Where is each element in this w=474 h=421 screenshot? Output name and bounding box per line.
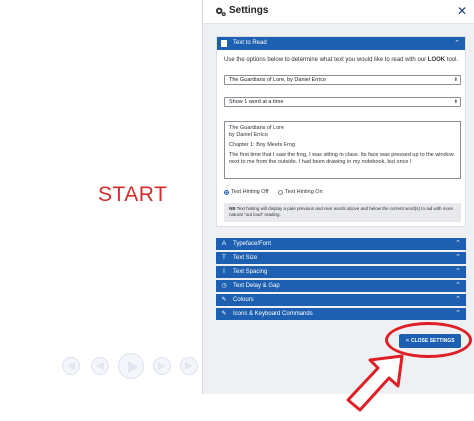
hinting-off-label: Text Hinting Off <box>231 189 269 195</box>
text-to-read-card: Text to Read ⌃ Use the options below to … <box>216 36 466 227</box>
brush-icon: ✎ <box>221 297 227 303</box>
chevron-up-icon: ⌃ <box>455 254 461 261</box>
text-line: The Guardians of Lore <box>229 125 285 131</box>
prev-icon[interactable] <box>91 357 109 375</box>
hinting-note: NB Text hinting will display a pale prev… <box>224 203 461 222</box>
text-line: Chapter 1: Boy Meets Frog <box>229 142 296 148</box>
section-label: Typeface/Font <box>233 241 272 247</box>
intro-suffix: tool. <box>445 57 459 63</box>
section-icons-keyboard[interactable]: ✎ Icons & Keyboard Commands ⌃ <box>216 308 466 320</box>
section-text-spacing[interactable]: I Text Spacing ⌃ <box>216 266 466 278</box>
text-line: by Daniel Errico <box>229 132 268 138</box>
chevron-up-icon: ⌃ <box>455 240 461 247</box>
text-line: The first time that I saw the frog, I wa… <box>229 152 454 165</box>
text-spacing-icon: I <box>223 269 225 275</box>
book-select[interactable]: The Guardians of Lore, by Daniel Errico … <box>224 75 461 85</box>
close-icon[interactable]: ✕ <box>457 4 467 18</box>
intro-look: LOOK <box>427 57 446 63</box>
gear-icon <box>215 7 226 17</box>
typeface-icon: A <box>221 241 226 247</box>
section-label: Icons & Keyboard Commands <box>233 311 313 317</box>
document-icon <box>221 40 227 47</box>
text-input-area[interactable]: The Guardians of Lore by Daniel Errico C… <box>224 121 461 179</box>
play-icon[interactable] <box>118 353 144 379</box>
section-label: Text Spacing <box>233 269 268 275</box>
section-typeface[interactable]: A Typeface/Font ⌃ <box>216 238 466 250</box>
start-label: START <box>98 183 168 206</box>
select-caret-icon: ⬍ <box>453 99 458 105</box>
settings-title: Settings <box>229 5 269 16</box>
intro-text: Use the options below to determine what … <box>224 57 458 63</box>
hinting-off-radio[interactable] <box>224 189 229 195</box>
settings-header: Settings ✕ <box>203 0 474 24</box>
chevron-up-icon: ⌃ <box>455 310 461 317</box>
section-colours[interactable]: ✎ Colours ⌃ <box>216 294 466 306</box>
pencil-icon: ✎ <box>221 311 227 317</box>
chevron-up-icon: ⌃ <box>455 296 461 303</box>
text-to-read-title: Text to Read <box>233 40 267 46</box>
next-icon[interactable] <box>153 357 171 375</box>
settings-sections: A Typeface/Font ⌃ T Text Size ⌃ I Text Spacin… <box>216 238 466 322</box>
note-label: NB <box>229 206 236 211</box>
chevron-up-icon: ⌃ <box>455 268 461 275</box>
section-label: Colours <box>233 297 254 303</box>
note-text: Text hinting will display a pale previou… <box>229 206 454 217</box>
section-text-delay[interactable]: ◷ Text Delay & Gap ⌃ <box>216 280 466 292</box>
section-text-size[interactable]: T Text Size ⌃ <box>216 252 466 264</box>
annotation-arrow-icon <box>346 354 404 412</box>
chevron-up-icon: ⌃ <box>455 282 461 289</box>
media-player-controls <box>62 353 202 381</box>
select-caret-icon: ⬍ <box>453 77 458 83</box>
text-hinting-options: Text Hinting Off Text Hinting On <box>224 189 331 195</box>
skip-back-icon[interactable] <box>62 357 80 375</box>
clock-icon: ◷ <box>221 283 227 289</box>
section-label: Text Delay & Gap <box>233 283 280 289</box>
book-select-value: The Guardians of Lore, by Daniel Errico <box>229 77 326 83</box>
text-size-icon: T <box>222 255 226 261</box>
mode-select-value: Show 1 word at a time <box>229 99 284 105</box>
chevron-up-icon: ⌃ <box>454 40 460 47</box>
intro-prefix: Use the options below to determine what … <box>224 57 428 63</box>
text-to-read-header[interactable]: Text to Read ⌃ <box>217 37 465 50</box>
display-mode-select[interactable]: Show 1 word at a time ⬍ <box>224 97 461 107</box>
section-label: Text Size <box>233 255 258 261</box>
hinting-on-radio[interactable] <box>278 189 284 195</box>
skip-forward-icon[interactable] <box>180 357 198 375</box>
hinting-on-label: Text Hinting On <box>285 189 323 195</box>
